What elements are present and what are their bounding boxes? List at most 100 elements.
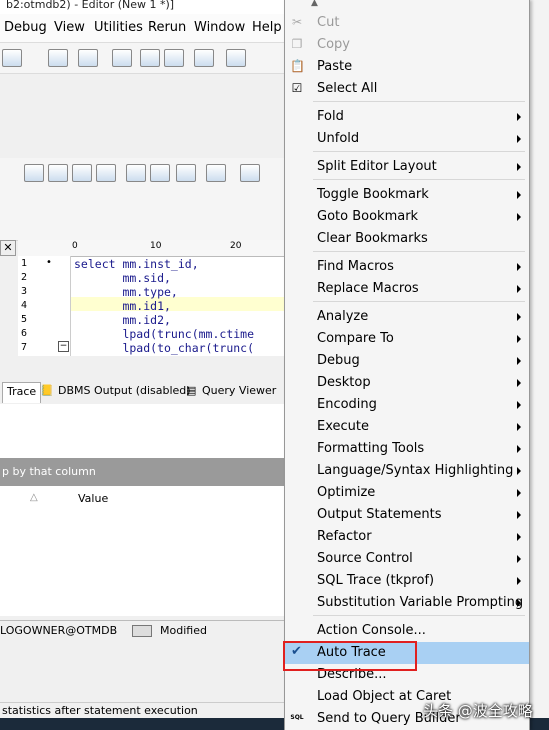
toolbar-icon[interactable] (240, 164, 260, 182)
toolbar-icon[interactable] (194, 49, 214, 67)
menu-item-compare-to[interactable]: Compare To (285, 328, 529, 350)
tab-dbms-output-icon: 📒 (40, 384, 54, 397)
menu-item-find-macros[interactable]: Find Macros (285, 256, 529, 278)
submenu-arrow-icon (517, 445, 521, 453)
output-tabs: Trace 📒 DBMS Output (disabled) ▤ Query V… (0, 380, 285, 405)
menu-item-output-statements[interactable]: Output Statements (285, 504, 529, 526)
print-icon[interactable] (176, 164, 196, 182)
menu-item-language-syntax-highlighting[interactable]: Language/Syntax Highlighting (285, 460, 529, 482)
menu-window[interactable]: Window (194, 20, 245, 35)
menu-item-copy[interactable]: ❐ Copy (285, 34, 529, 56)
status-bar: LOGOWNER@OTMDB Modified (0, 620, 285, 641)
menu-item-label: SQL Trace (tkprof) (317, 573, 435, 588)
menu-item-label: Language/Syntax Highlighting (317, 463, 514, 478)
menu-help[interactable]: Help (252, 20, 282, 35)
editor-spacer (0, 356, 285, 380)
submenu-arrow-icon (517, 335, 521, 343)
menu-item-label: Encoding (317, 397, 377, 412)
toolbar-icon[interactable] (72, 164, 92, 182)
menu-item-label: Debug (317, 353, 360, 368)
menu-item-paste[interactable]: 📋 Paste (285, 56, 529, 78)
tab-dbms-output[interactable]: DBMS Output (disabled) (58, 384, 191, 397)
menu-view[interactable]: View (54, 20, 85, 35)
menu-item-label: Select All (317, 81, 378, 96)
scroll-up-icon[interactable]: ▲ (311, 0, 318, 8)
menu-item-cut[interactable]: ✂ Cut (285, 12, 529, 34)
toolbar-icon[interactable] (226, 49, 246, 67)
status-schema: LOGOWNER@OTMDB (0, 624, 118, 637)
toolbar-icon[interactable] (48, 49, 68, 67)
toolbar-icon[interactable] (126, 164, 146, 182)
lower-panel (0, 640, 285, 700)
menu-item-label: Paste (317, 59, 353, 74)
submenu-arrow-icon (517, 489, 521, 497)
menu-item-fold[interactable]: Fold (285, 106, 529, 128)
group-by-hint: p by that column (2, 465, 96, 478)
menu-item-label: Goto Bookmark (317, 209, 419, 224)
menu-item-label: Desktop (317, 375, 371, 390)
grid-header-value[interactable]: Value (78, 492, 108, 505)
tab-trace[interactable]: Trace (2, 382, 42, 403)
annotation-highlight-box (283, 641, 417, 671)
menu-item-sql-trace-tkprof[interactable]: SQL Trace (tkprof) (285, 570, 529, 592)
menu-item-encoding[interactable]: Encoding (285, 394, 529, 416)
menu-rerun[interactable]: Rerun (148, 20, 186, 35)
tab-query-viewer[interactable]: Query Viewer (202, 384, 276, 397)
menu-item-unfold[interactable]: Unfold (285, 128, 529, 150)
menu-debug[interactable]: Debug (4, 20, 47, 35)
toolbar-icon[interactable] (96, 164, 116, 182)
menu-item-optimize[interactable]: Optimize (285, 482, 529, 504)
menu-item-label: Compare To (317, 331, 394, 346)
toolbar-icon[interactable] (48, 164, 68, 182)
line-number: 3 (21, 286, 28, 297)
cut-icon: ✂ (291, 15, 303, 29)
ruler: 0 10 20 (18, 240, 288, 257)
menu-item-goto-bookmark[interactable]: Goto Bookmark (285, 206, 529, 228)
menu-item-analyze[interactable]: Analyze (285, 306, 529, 328)
submenu-arrow-icon (517, 213, 521, 221)
toolbar-icon[interactable] (150, 164, 170, 182)
fold-toggle-icon[interactable]: − (58, 341, 69, 352)
menu-item-formatting-tools[interactable]: Formatting Tools (285, 438, 529, 460)
menu-item-select-all[interactable]: ☑ Select All (285, 78, 529, 100)
menu-item-split-editor-layout[interactable]: Split Editor Layout (285, 156, 529, 178)
menu-item-toggle-bookmark[interactable]: Toggle Bookmark (285, 184, 529, 206)
submenu-arrow-icon (517, 135, 521, 143)
menu-item-debug[interactable]: Debug (285, 350, 529, 372)
submenu-arrow-icon (517, 555, 521, 563)
code-line: select mm.inst_id, (74, 257, 199, 271)
toolbar-icon[interactable] (164, 49, 184, 67)
menu-separator (313, 615, 525, 616)
toolbar-icon[interactable] (2, 49, 22, 67)
select-all-icon: ☑ (291, 81, 303, 95)
toolbar-icon[interactable] (112, 49, 132, 67)
menu-item-replace-macros[interactable]: Replace Macros (285, 278, 529, 300)
menu-item-action-console[interactable]: Action Console... (285, 620, 529, 642)
submenu-arrow-icon (517, 263, 521, 271)
menu-utilities[interactable]: Utilities (94, 20, 143, 35)
submenu-arrow-icon (517, 357, 521, 365)
menu-item-substitution-variable-prompting[interactable]: Substitution Variable Prompting (285, 592, 529, 614)
output-panel (0, 404, 285, 458)
line-number: 7 (21, 342, 28, 353)
menu-item-refactor[interactable]: Refactor (285, 526, 529, 548)
code-line: mm.id2, (74, 313, 171, 327)
close-icon[interactable]: ✕ (0, 240, 16, 256)
menu-item-label: Split Editor Layout (317, 159, 437, 174)
line-number: 4 (21, 300, 28, 311)
submenu-arrow-icon (517, 511, 521, 519)
menu-item-label: Copy (317, 37, 350, 52)
menu-item-source-control[interactable]: Source Control (285, 548, 529, 570)
menu-item-clear-bookmarks[interactable]: Clear Bookmarks (285, 228, 529, 250)
line-number: 5 (21, 314, 28, 325)
toolbar-icon[interactable] (140, 49, 160, 67)
line-number: 2 (21, 272, 28, 283)
toolbar-icon[interactable] (206, 164, 226, 182)
copy-icon: ❐ (291, 37, 303, 51)
save-icon[interactable] (24, 164, 44, 182)
menu-item-execute[interactable]: Execute (285, 416, 529, 438)
menu-item-label: Execute (317, 419, 369, 434)
menu-separator (313, 179, 525, 180)
menu-item-desktop[interactable]: Desktop (285, 372, 529, 394)
toolbar-icon[interactable] (78, 49, 98, 67)
